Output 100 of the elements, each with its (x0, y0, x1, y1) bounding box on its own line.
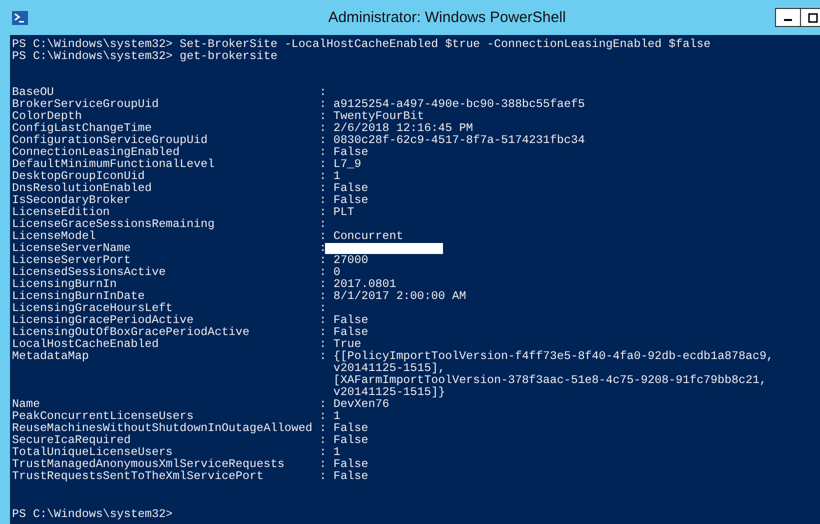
prompt-text: PS C:\Windows\system32> (12, 39, 173, 51)
property-value: a9125254-a497-490e-bc90-388bc55faef5 (333, 99, 585, 111)
property-name: BaseOU (12, 86, 54, 99)
property-value: 2017.0801 (333, 279, 396, 291)
maximize-icon (808, 12, 818, 22)
property-value: False (333, 327, 368, 339)
property-value: {[PolicyImportToolVersion-f4ff73e5-8f40-4fa0-92db-ecdb1a878ac9, (333, 351, 774, 363)
property-value: v20141125-1515], (333, 363, 446, 375)
colon-separator: : (319, 98, 326, 111)
property-name: ReuseMachinesWithoutShutdownInOutageAllowed (12, 422, 312, 435)
property-name: TrustRequestsSentToTheXmlServicePort (12, 470, 264, 483)
colon-separator: : (319, 278, 326, 291)
colon-separator: : (319, 242, 326, 255)
property-name: BrokerServiceGroupUid (12, 98, 159, 111)
property-value: 1 (333, 411, 340, 423)
colon-separator: : (319, 302, 326, 315)
property-value: [XAFarmImportToolVersion-378f3aac-51e8-4c75-9208-91fc79bb8c21, (333, 375, 768, 387)
colon-separator: : (319, 398, 326, 411)
property-value: DevXen76 (333, 399, 390, 411)
property-value: PLT (333, 207, 354, 219)
property-value: v20141125-1515]} (333, 387, 446, 399)
property-value: False (333, 471, 368, 483)
property-value: False (333, 459, 368, 471)
property-name: DesktopGroupIconUid (12, 170, 145, 183)
window-title: Administrator: Windows PowerShell (327, 9, 567, 26)
property-value: 1 (333, 447, 340, 459)
property-name: LicenseServerPort (12, 254, 131, 267)
property-name: LocalHostCacheEnabled (12, 338, 159, 351)
property-value: False (333, 315, 368, 327)
property-name: LicensingBurnInDate (12, 290, 145, 303)
colon-separator: : (319, 182, 326, 195)
colon-separator: : (319, 422, 326, 435)
property-name: ConnectionLeasingEnabled (12, 146, 180, 159)
property-name: IsSecondaryBroker (12, 194, 131, 207)
prompt-text: PS C:\Windows\system32> (12, 51, 173, 63)
property-value: False (333, 195, 368, 207)
colon-separator: : (319, 134, 326, 147)
colon-separator: : (319, 86, 326, 99)
colon-separator: : (319, 326, 326, 339)
property-value: 2/6/2018 12:16:45 PM (333, 123, 474, 135)
command-text: Set-BrokerSite -LocalHostCacheEnabled $true -ConnectionLeasingEnabled $false (180, 39, 711, 51)
property-value: Concurrent (333, 231, 404, 243)
property-value: 1 (333, 171, 340, 183)
property-name: LicensingGraceHoursLeft (12, 302, 173, 315)
colon-separator: : (319, 170, 326, 183)
property-value: 8/1/2017 2:00:00 AM (333, 291, 466, 303)
property-name: LicenseModel (12, 230, 96, 243)
property-name: TotalUniqueLicenseUsers (12, 446, 173, 459)
property-value: 0 (333, 267, 340, 279)
property-value: L7_9 (333, 159, 362, 171)
property-name: DefaultMinimumFunctionalLevel (12, 158, 215, 171)
property-name: MetadataMap (12, 350, 89, 363)
prompt-text: PS C:\Windows\system32> (12, 509, 173, 521)
maximize-button[interactable] (800, 8, 820, 27)
property-value: TwentyFourBit (333, 111, 424, 123)
colon-separator: : (319, 194, 326, 207)
colon-separator: : (319, 254, 326, 267)
property-name: ConfigLastChangeTime (12, 122, 152, 135)
property-value: True (333, 339, 362, 351)
colon-separator: : (319, 338, 326, 351)
minimize-button[interactable] (775, 8, 801, 27)
colon-separator: : (319, 350, 326, 363)
colon-separator: : (319, 230, 326, 243)
minimize-icon (784, 19, 792, 21)
property-name: DnsResolutionEnabled (12, 182, 152, 195)
property-name: LicensedSessionsActive (12, 266, 166, 279)
colon-separator: : (319, 446, 326, 459)
property-name: SecureIcaRequired (12, 434, 131, 447)
property-value: False (333, 435, 368, 447)
colon-separator: : (319, 314, 326, 327)
property-name: ColorDepth (12, 110, 82, 123)
colon-separator: : (319, 434, 326, 447)
colon-separator: : (319, 410, 326, 423)
colon-separator: : (319, 266, 326, 279)
colon-separator: : (319, 206, 326, 219)
property-name: ConfigurationServiceGroupUid (12, 134, 208, 147)
property-name: LicenseEdition (12, 206, 110, 219)
colon-separator: : (319, 218, 326, 231)
property-name: LicenseGraceSessionsRemaining (12, 218, 215, 231)
property-name: LicenseServerName (12, 242, 131, 255)
colon-separator: : (319, 458, 326, 471)
property-value: 0830c28f-62c9-4517-8f7a-5174231fbc34 (333, 135, 585, 147)
property-name: PeakConcurrentLicenseUsers (12, 410, 194, 423)
property-name: TrustManagedAnonymousXmlServiceRequests (12, 458, 284, 471)
property-value: False (333, 423, 368, 435)
colon-separator: : (319, 158, 326, 171)
colon-separator: : (319, 110, 326, 123)
property-name: LicensingBurnIn (12, 278, 117, 291)
colon-separator: : (319, 146, 326, 159)
powershell-icon[interactable] (12, 10, 28, 24)
colon-separator: : (319, 122, 326, 135)
property-value: 27000 (333, 255, 368, 267)
property-name: LicensingGracePeriodActive (12, 314, 194, 327)
property-name: Name (12, 398, 40, 411)
property-value: False (333, 147, 368, 159)
property-name: LicensingOutOfBoxGracePeriodActive (12, 326, 250, 339)
property-value: False (333, 183, 368, 195)
colon-separator: : (319, 290, 326, 303)
colon-separator: : (319, 470, 326, 483)
command-text: get-brokersite (180, 51, 278, 63)
